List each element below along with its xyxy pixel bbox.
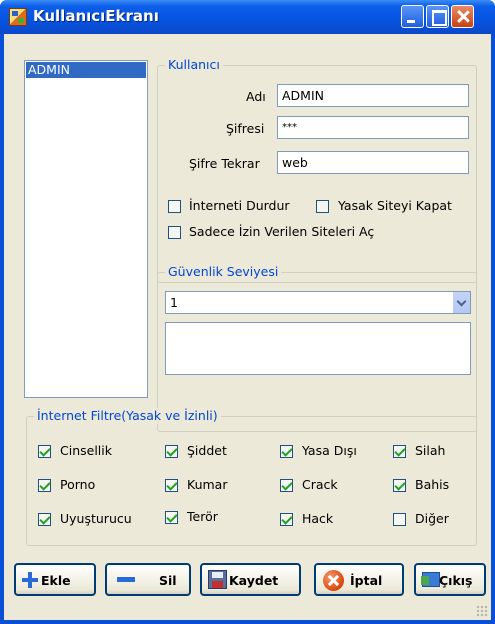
user-groupbox: Kullanıcı Adı ADMIN Şifresi *** Şifre Te…	[157, 57, 477, 283]
name-label: Adı	[246, 89, 266, 104]
app-icon	[9, 8, 27, 26]
name-field[interactable]: ADMIN	[277, 84, 469, 107]
filter-checkbox-silah[interactable]	[393, 445, 406, 458]
filter-label: Terör	[187, 509, 218, 524]
minus-icon	[117, 577, 135, 582]
delete-button[interactable]: Sil	[105, 563, 191, 596]
filter-label: Hack	[302, 511, 334, 526]
cancel-button-label: İptal	[350, 573, 383, 588]
resize-grip[interactable]	[476, 605, 488, 617]
filter-checkbox-siddet[interactable]	[165, 445, 178, 458]
only-allowed-sites-checkbox[interactable]	[168, 226, 181, 239]
app-window: KullanıcıEkranı ADMIN Kullanıcı Adı ADMI…	[0, 0, 495, 624]
filter-label: Porno	[60, 477, 96, 492]
filter-label: Şiddet	[187, 443, 227, 458]
filter-checkbox-bahis[interactable]	[393, 479, 406, 492]
floppy-disk-icon	[208, 570, 227, 589]
save-button-label: Kaydet	[229, 573, 279, 588]
cancel-button[interactable]: İptal	[314, 563, 404, 596]
password-repeat-label: Şifre Tekrar	[189, 156, 260, 171]
close-forbidden-site-label: Yasak Siteyi Kapat	[338, 198, 452, 213]
filter-checkbox-kumar[interactable]	[165, 479, 178, 492]
minimize-button[interactable]	[401, 5, 424, 28]
filter-checkbox-crack[interactable]	[280, 479, 293, 492]
filter-label: Crack	[302, 477, 338, 492]
password-label: Şifresi	[226, 121, 265, 136]
close-forbidden-site-checkbox[interactable]	[316, 200, 329, 213]
only-allowed-sites-label: Sadece İzin Verilen Siteleri Aç	[189, 224, 375, 239]
user-group-title: Kullanıcı	[165, 57, 223, 73]
form-client-area: ADMIN Kullanıcı Adı ADMIN Şifresi *** Şi…	[4, 34, 491, 620]
filter-label: Yasa Dışı	[302, 443, 357, 458]
password-field[interactable]: ***	[277, 116, 469, 139]
user-listbox[interactable]: ADMIN	[24, 60, 148, 398]
security-level-description[interactable]	[165, 322, 471, 375]
exit-icon	[421, 572, 440, 587]
filter-checkbox-diger[interactable]	[393, 513, 406, 526]
filter-checkbox-cinsellik[interactable]	[38, 445, 51, 458]
internet-filter-groupbox: İnternet Filtre(Yasak ve İzinli) Cinsell…	[26, 408, 477, 546]
security-level-select[interactable]: 1	[165, 291, 471, 314]
exit-button[interactable]: Çıkış	[414, 563, 486, 596]
chevron-down-icon[interactable]	[452, 292, 470, 313]
save-button[interactable]: Kaydet	[200, 563, 301, 596]
security-level-value: 1	[170, 295, 178, 310]
filter-checkbox-teror[interactable]	[165, 511, 178, 524]
list-item[interactable]: ADMIN	[26, 62, 146, 78]
stop-internet-label: İnterneti Durdur	[189, 198, 290, 213]
add-button[interactable]: Ekle	[14, 563, 96, 596]
filter-label: Silah	[415, 443, 446, 458]
password-repeat-field[interactable]: web	[277, 151, 469, 174]
stop-internet-checkbox[interactable]	[168, 200, 181, 213]
filter-label: Bahis	[415, 477, 450, 492]
filter-label: Uyuşturucu	[60, 511, 132, 526]
maximize-button[interactable]	[426, 5, 449, 28]
cancel-icon	[323, 570, 344, 591]
filter-label: Diğer	[415, 511, 449, 526]
filter-checkbox-hack[interactable]	[280, 513, 293, 526]
internet-filter-title: İnternet Filtre(Yasak ve İzinli)	[34, 408, 221, 424]
security-level-title: Güvenlik Seviyesi	[165, 264, 282, 280]
filter-label: Cinsellik	[60, 443, 112, 458]
filter-checkbox-uyusturucu[interactable]	[38, 513, 51, 526]
close-button[interactable]	[451, 5, 474, 28]
exit-button-label: Çıkış	[439, 573, 473, 588]
add-button-label: Ekle	[41, 573, 71, 588]
filter-checkbox-yasa-disi[interactable]	[280, 445, 293, 458]
window-title: KullanıcıEkranı	[33, 7, 159, 25]
filter-checkbox-porno[interactable]	[38, 479, 51, 492]
delete-button-label: Sil	[159, 573, 177, 588]
plus-icon	[22, 572, 38, 588]
title-bar[interactable]: KullanıcıEkranı	[0, 0, 495, 34]
filter-label: Kumar	[187, 477, 228, 492]
